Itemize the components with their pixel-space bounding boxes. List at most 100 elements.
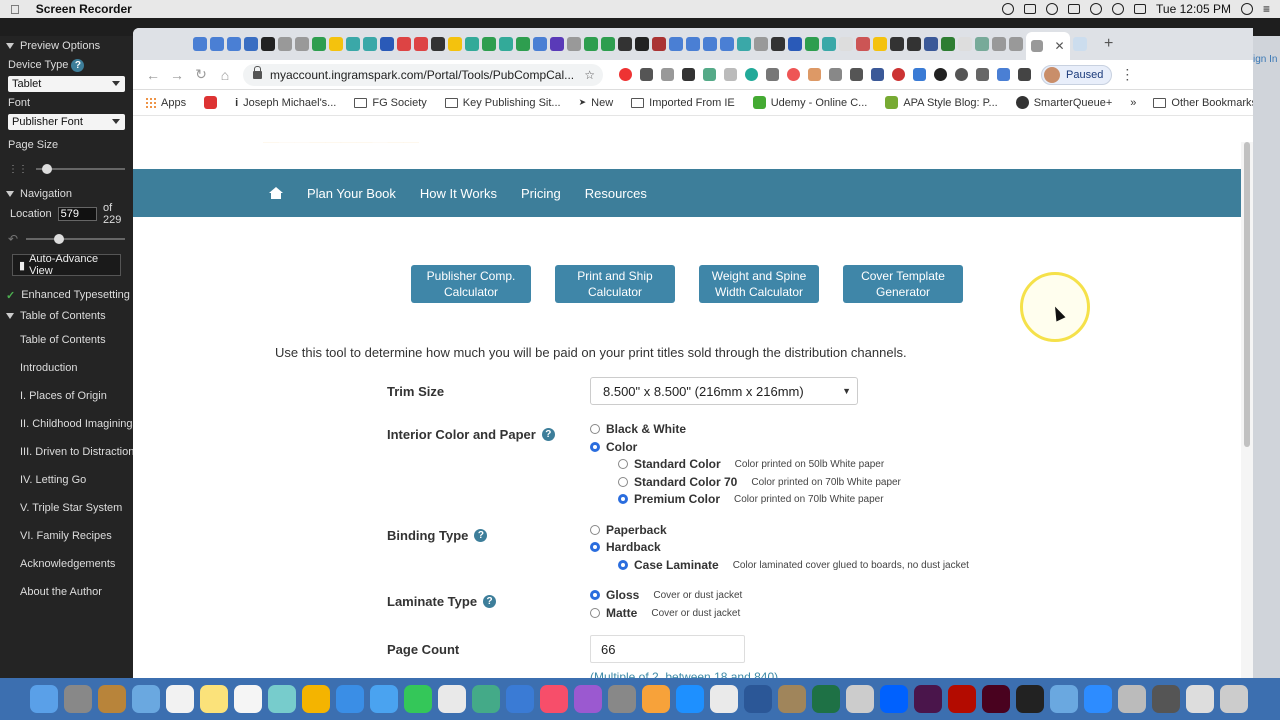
home-icon[interactable] (269, 187, 283, 199)
radio-button[interactable] (590, 608, 600, 618)
notefile-icon[interactable] (98, 685, 126, 713)
file-icon[interactable] (1050, 685, 1078, 713)
reload-icon[interactable]: ↻ (189, 66, 213, 83)
radio-standard-color[interactable]: Standard Color Color printed on 50lb Whit… (618, 457, 884, 471)
extension-icon[interactable] (766, 68, 779, 81)
toc-item[interactable]: IV. Letting Go (0, 466, 133, 494)
page-count-input[interactable]: 66 (590, 635, 745, 663)
navigation-header[interactable]: Navigation (0, 184, 133, 204)
tab-icon[interactable] (533, 37, 547, 51)
help-icon[interactable]: ? (71, 58, 85, 72)
grammarly-icon[interactable] (745, 68, 758, 81)
facetime-icon[interactable] (404, 685, 432, 713)
maps-icon[interactable] (268, 685, 296, 713)
extension-icon[interactable] (892, 68, 905, 81)
tab-icon[interactable] (329, 37, 343, 51)
auto-advance-button[interactable]: ▮ Auto-Advance View (12, 253, 121, 277)
toc-item[interactable]: VI. Family Recipes (0, 522, 133, 550)
extension-icon[interactable] (682, 68, 695, 81)
slider-knob[interactable] (54, 234, 65, 244)
extension-icon[interactable] (913, 68, 926, 81)
radio-hardback[interactable]: Hardback (590, 540, 675, 554)
print-and-ship-calculator-button[interactable]: Print and Ship Calculator (555, 265, 675, 303)
tab-icon[interactable] (822, 37, 836, 51)
tab-icon[interactable] (618, 37, 632, 51)
acrobat-icon[interactable] (948, 685, 976, 713)
radio-button[interactable] (590, 590, 600, 600)
tab-icon[interactable] (805, 37, 819, 51)
extension-icon[interactable] (997, 68, 1010, 81)
tab-icon[interactable] (873, 37, 887, 51)
photos-icon[interactable] (302, 685, 330, 713)
downloads-icon[interactable] (1186, 685, 1214, 713)
tab-icon[interactable] (686, 37, 700, 51)
scrollbar-thumb[interactable] (1244, 142, 1250, 447)
nav-how-it-works[interactable]: How It Works (420, 186, 497, 201)
close-tab-icon[interactable]: ✕ (1054, 39, 1064, 53)
puzzle-icon[interactable] (1018, 68, 1031, 81)
control-center-icon[interactable]: ≡ (1263, 2, 1270, 16)
preview-options-header[interactable]: Preview Options (0, 36, 133, 56)
extension-icon[interactable] (850, 68, 863, 81)
tab-icon[interactable] (907, 37, 921, 51)
podcasts-icon[interactable] (574, 685, 602, 713)
radio-case-laminate[interactable]: Case Laminate Color laminated cover glued… (618, 558, 969, 572)
nav-resources[interactable]: Resources (585, 186, 647, 201)
creative-cloud-icon[interactable] (1046, 3, 1059, 15)
pinterest-icon[interactable] (619, 68, 632, 81)
screenshot-icon[interactable] (1152, 685, 1180, 713)
extension-icon[interactable] (787, 68, 800, 81)
location-slider[interactable]: ↶ (8, 232, 125, 246)
radio-premium-color[interactable]: Premium Color Color printed on 70lb White… (618, 492, 884, 506)
radio-button[interactable] (618, 477, 628, 487)
excel-icon[interactable] (812, 685, 840, 713)
page-size-slider[interactable]: ⋮⋮ (8, 162, 125, 176)
bookmark[interactable]: SmarterQueue+ (1015, 96, 1112, 109)
toc-item[interactable]: About the Author (0, 578, 133, 606)
tab-icon[interactable] (720, 37, 734, 51)
enhanced-typesetting[interactable]: ✓ Enhanced Typesetting (0, 284, 133, 306)
tab-icon[interactable] (669, 37, 683, 51)
google-tab-icon[interactable] (1009, 37, 1023, 51)
tab-icon[interactable] (1073, 37, 1087, 51)
word-icon[interactable] (744, 685, 772, 713)
toc-item[interactable]: II. Childhood Imaginings (0, 410, 133, 438)
clock[interactable]: Tue 12:05 PM (1156, 2, 1231, 16)
toc-item[interactable]: Acknowledgements (0, 550, 133, 578)
menu-icon[interactable]: ⋮ (1120, 66, 1134, 83)
radio-paperback[interactable]: Paperback (590, 523, 681, 537)
toc-item[interactable]: III. Driven to Distraction (0, 438, 133, 466)
location-input[interactable]: 579 (57, 207, 97, 221)
launchpad-icon[interactable] (64, 685, 92, 713)
tab-icon[interactable] (499, 37, 513, 51)
tab-icon[interactable] (465, 37, 479, 51)
address-bar[interactable]: myaccount.ingramspark.com/Portal/Tools/P… (243, 63, 603, 86)
tab-icon[interactable] (992, 37, 1006, 51)
radio-black-white[interactable]: Black & White (590, 422, 700, 436)
app-store-icon[interactable] (676, 685, 704, 713)
keynote-icon[interactable] (506, 685, 534, 713)
extension-icon[interactable] (640, 68, 653, 81)
volume-icon[interactable] (1134, 4, 1147, 14)
tab-icon[interactable] (567, 37, 581, 51)
app-name[interactable]: Screen Recorder (36, 2, 132, 16)
calendar-icon[interactable] (166, 685, 194, 713)
tab-icon[interactable] (839, 37, 853, 51)
bookmark[interactable] (204, 96, 218, 109)
help-icon[interactable]: ? (541, 428, 555, 441)
tab-icon[interactable] (516, 37, 530, 51)
extension-icon[interactable] (955, 68, 968, 81)
tab-icon[interactable] (737, 37, 751, 51)
forward-icon[interactable]: → (165, 67, 189, 83)
bookmark[interactable]: Imported From IE (631, 97, 735, 109)
radio-gloss[interactable]: Gloss Cover or dust jacket (590, 588, 742, 602)
tab-icon[interactable] (414, 37, 428, 51)
nav-plan-your-book[interactable]: Plan Your Book (307, 186, 396, 201)
tab-icon[interactable] (346, 37, 360, 51)
sheets-tab-icon[interactable] (312, 37, 326, 51)
trash-icon[interactable] (1220, 685, 1248, 713)
help-icon[interactable]: ? (483, 595, 497, 608)
bookmark[interactable]: Key Publishing Sit... (444, 97, 561, 109)
dropbox-icon[interactable] (880, 685, 908, 713)
toc-item[interactable]: Introduction (0, 354, 133, 382)
